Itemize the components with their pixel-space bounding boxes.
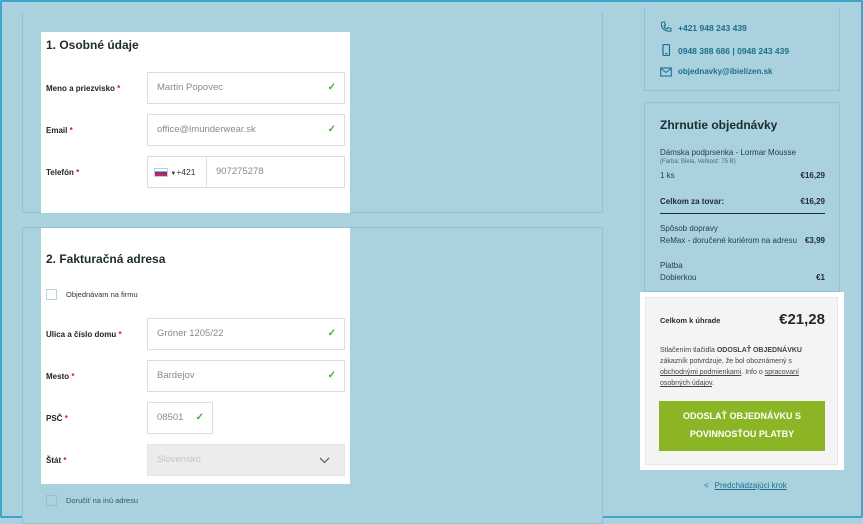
valid-check-icon: ✓	[327, 124, 336, 135]
valid-check-icon: ✓	[327, 370, 336, 381]
summary-title: Zhrnutie objednávky	[660, 118, 778, 132]
payment-method: Dobierkou	[660, 273, 697, 282]
payment-price: €1	[816, 273, 825, 282]
name-label: Meno a priezvisko *	[46, 84, 121, 93]
zip-field[interactable]: 08501 ✓	[147, 402, 213, 434]
company-checkbox-label: Objednávam na firmu	[66, 290, 138, 299]
total-label: Celkom k úhrade	[660, 316, 721, 325]
divider	[660, 213, 825, 214]
payment-label: Platba	[660, 261, 683, 270]
valid-check-icon: ✓	[327, 82, 336, 93]
valid-check-icon: ✓	[195, 412, 204, 423]
company-checkbox[interactable]	[46, 289, 57, 300]
chevron-down-icon	[319, 457, 330, 464]
other-address-checkbox[interactable]	[46, 495, 57, 506]
shipping-label: Spôsob dopravy	[660, 224, 718, 233]
mail-icon	[660, 67, 672, 77]
consent-text: Stlačením tlačidla ODOSLAŤ OBJEDNÁVKU zá…	[660, 347, 802, 387]
goods-total: €16,29	[800, 197, 825, 206]
item-details: (Farba: Biela, Veľkosť: 75 B)	[660, 159, 736, 165]
item-qty: 1 ks	[660, 171, 675, 180]
country-label: Štát *	[46, 456, 67, 465]
zip-label: PSČ *	[46, 414, 68, 423]
mobile-icon	[662, 44, 671, 56]
email-label: Email *	[46, 126, 73, 135]
other-address-label: Doručiť na inú adresu	[66, 496, 139, 505]
valid-check-icon: ✓	[327, 328, 336, 339]
shipping-method: ReMax - doručené kuriérom na adresu	[660, 236, 797, 245]
city-field[interactable]: Bardejov ✓	[147, 360, 345, 392]
item-price: €16,29	[800, 171, 825, 180]
slovakia-flag-icon	[154, 168, 168, 178]
country-select[interactable]: Slovensko	[147, 444, 345, 476]
name-field[interactable]: Martin Popovec ✓	[147, 72, 345, 104]
billing-section-title: 2. Fakturačná adresa	[46, 252, 166, 266]
item-name: Dámska podprsenka - Lormar Mousse	[660, 148, 797, 157]
street-label: Ulica a číslo domu *	[46, 330, 122, 339]
total-amount: €21,28	[779, 311, 825, 328]
phone-contact[interactable]: +421 948 243 439	[678, 23, 747, 33]
city-label: Mesto *	[46, 372, 75, 381]
email-field[interactable]: office@lmunderwear.sk ✓	[147, 114, 345, 146]
email-contact[interactable]: objednavky@ibielizen.sk	[678, 67, 773, 76]
terms-link[interactable]: obchodnými podmienkami	[660, 369, 741, 376]
phone-prefix-select[interactable]: ▼+421	[147, 156, 207, 188]
phone-field[interactable]: 907275278	[206, 156, 345, 188]
phone-icon	[660, 21, 672, 32]
goods-total-label: Celkom za tovar:	[660, 197, 725, 206]
shipping-price: €3,99	[804, 236, 825, 245]
back-link[interactable]: < Predchádzajúci krok	[704, 481, 787, 490]
mobile-contact[interactable]: 0948 388 686 | 0948 243 439	[678, 46, 789, 56]
personal-section-title: 1. Osobné údaje	[46, 38, 139, 52]
street-field[interactable]: Gróner 1205/22 ✓	[147, 318, 345, 350]
chevron-left-icon: <	[704, 481, 709, 490]
phone-label: Telefón *	[46, 168, 80, 177]
submit-order-button[interactable]: ODOSLAŤ OBJEDNÁVKU S POVINNOSŤOU PLATBY	[659, 401, 825, 451]
